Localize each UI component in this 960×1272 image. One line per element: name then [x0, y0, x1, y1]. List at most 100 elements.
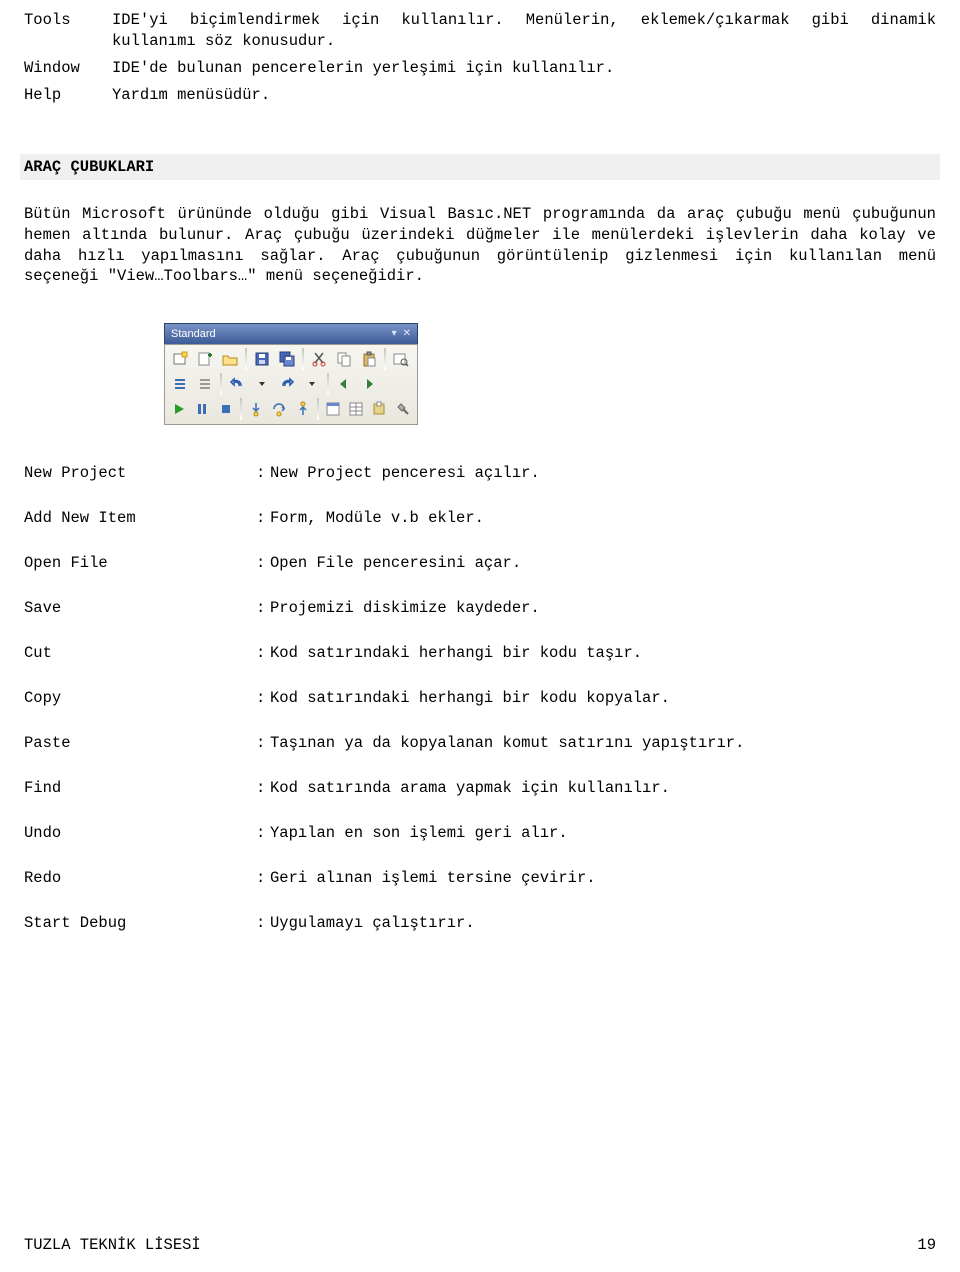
- toolbar-close-icon[interactable]: ✕: [403, 327, 411, 341]
- def-label: Find: [24, 778, 256, 799]
- copy-icon: [336, 351, 352, 367]
- redo-button[interactable]: [276, 373, 298, 395]
- cut-button[interactable]: [308, 348, 330, 370]
- colon: :: [256, 868, 270, 889]
- def-row: Paste : Taşınan ya da kopyalanan komut s…: [24, 733, 936, 754]
- def-row: Add New Item : Form, Modüle v.b ekler.: [24, 508, 936, 529]
- uncomment-icon: [197, 376, 213, 392]
- toolbar-separator: [220, 373, 222, 395]
- def-desc: Geri alınan işlemi tersine çevirir.: [270, 868, 936, 889]
- nav-forward-icon: [361, 376, 377, 392]
- cut-icon: [311, 351, 327, 367]
- menu-desc: Yardım menüsüdür.: [112, 85, 936, 106]
- colon: :: [256, 913, 270, 934]
- toolbar-body: [164, 344, 418, 425]
- redo-split-button[interactable]: [301, 373, 323, 395]
- add-new-item-button[interactable]: [194, 348, 216, 370]
- def-row: Undo : Yapılan en son işlemi geri alır.: [24, 823, 936, 844]
- toolbar-separator: [240, 398, 242, 420]
- undo-button[interactable]: [226, 373, 248, 395]
- toolbar-titlebar[interactable]: Standard ▾ ✕: [164, 323, 418, 344]
- comment-button[interactable]: [169, 373, 191, 395]
- save-icon: [254, 351, 270, 367]
- menu-label: Help: [24, 85, 112, 106]
- solution-explorer-icon: [325, 401, 341, 417]
- dropdown-icon: [308, 376, 316, 392]
- menu-row-window: Window IDE'de bulunan pencerelerin yerle…: [24, 58, 936, 79]
- navigate-back-button[interactable]: [333, 373, 355, 395]
- def-label: Save: [24, 598, 256, 619]
- menu-row-tools: Tools IDE'yi biçimlendirmek için kullanı…: [24, 10, 936, 52]
- toolbar-separator: [317, 398, 319, 420]
- step-out-button[interactable]: [292, 398, 312, 420]
- toolbar-separator: [384, 348, 386, 370]
- menu-desc: IDE'de bulunan pencerelerin yerleşimi iç…: [112, 58, 936, 79]
- colon: :: [256, 553, 270, 574]
- def-desc: Form, Modüle v.b ekler.: [270, 508, 936, 529]
- pause-button[interactable]: [192, 398, 212, 420]
- def-desc: Uygulamayı çalıştırır.: [270, 913, 936, 934]
- step-out-icon: [295, 401, 311, 417]
- colon: :: [256, 733, 270, 754]
- page-footer: TUZLA TEKNİK LİSESİ 19: [24, 1236, 936, 1254]
- uncomment-button[interactable]: [194, 373, 216, 395]
- toolbar-title: Standard: [171, 327, 216, 341]
- menu-label: Tools: [24, 10, 112, 31]
- definitions-list: New Project : New Project penceresi açıl…: [24, 463, 936, 933]
- toolbar-separator: [327, 373, 329, 395]
- new-project-button[interactable]: [169, 348, 191, 370]
- new-project-icon: [172, 351, 188, 367]
- redo-icon: [279, 376, 295, 392]
- save-button[interactable]: [251, 348, 273, 370]
- def-desc: Yapılan en son işlemi geri alır.: [270, 823, 936, 844]
- colon: :: [256, 823, 270, 844]
- def-label: New Project: [24, 463, 256, 484]
- toolbar-separator: [302, 348, 304, 370]
- nav-back-icon: [336, 376, 352, 392]
- solution-explorer-button[interactable]: [323, 398, 343, 420]
- stop-icon: [218, 401, 234, 417]
- step-into-button[interactable]: [246, 398, 266, 420]
- menu-row-help: Help Yardım menüsüdür.: [24, 85, 936, 106]
- def-label: Redo: [24, 868, 256, 889]
- toolbox-icon: [395, 401, 411, 417]
- start-debug-button[interactable]: [169, 398, 189, 420]
- find-button[interactable]: [390, 348, 412, 370]
- open-file-button[interactable]: [219, 348, 241, 370]
- object-browser-button[interactable]: [369, 398, 389, 420]
- paste-icon: [361, 351, 377, 367]
- def-row: Cut : Kod satırındaki herhangi bir kodu …: [24, 643, 936, 664]
- navigate-forward-button[interactable]: [358, 373, 380, 395]
- colon: :: [256, 643, 270, 664]
- def-label: Add New Item: [24, 508, 256, 529]
- toolbar-options-icon[interactable]: ▾: [392, 327, 397, 341]
- section-header: ARAÇ ÇUBUKLARI: [20, 154, 940, 180]
- def-label: Undo: [24, 823, 256, 844]
- toolbox-button[interactable]: [393, 398, 413, 420]
- menu-desc: IDE'yi biçimlendirmek için kullanılır. M…: [112, 10, 936, 52]
- undo-split-button[interactable]: [251, 373, 273, 395]
- def-row: Save : Projemizi diskimize kaydeder.: [24, 598, 936, 619]
- open-file-icon: [222, 351, 238, 367]
- def-label: Copy: [24, 688, 256, 709]
- section-paragraph: Bütün Microsoft ürününde olduğu gibi Vis…: [24, 204, 936, 288]
- def-label: Start Debug: [24, 913, 256, 934]
- save-all-button[interactable]: [276, 348, 298, 370]
- def-row: Start Debug : Uygulamayı çalıştırır.: [24, 913, 936, 934]
- play-icon: [171, 401, 187, 417]
- toolbar-title-controls: ▾ ✕: [392, 327, 411, 341]
- colon: :: [256, 778, 270, 799]
- def-row: Open File : Open File penceresini açar.: [24, 553, 936, 574]
- def-desc: Taşınan ya da kopyalanan komut satırını …: [270, 733, 936, 754]
- properties-window-button[interactable]: [346, 398, 366, 420]
- toolbar-separator: [245, 348, 247, 370]
- object-browser-icon: [371, 401, 387, 417]
- standard-toolbar: Standard ▾ ✕: [164, 323, 418, 425]
- def-row: New Project : New Project penceresi açıl…: [24, 463, 936, 484]
- stop-button[interactable]: [216, 398, 236, 420]
- copy-button[interactable]: [333, 348, 355, 370]
- step-over-button[interactable]: [269, 398, 289, 420]
- colon: :: [256, 463, 270, 484]
- paste-button[interactable]: [358, 348, 380, 370]
- find-icon: [393, 351, 409, 367]
